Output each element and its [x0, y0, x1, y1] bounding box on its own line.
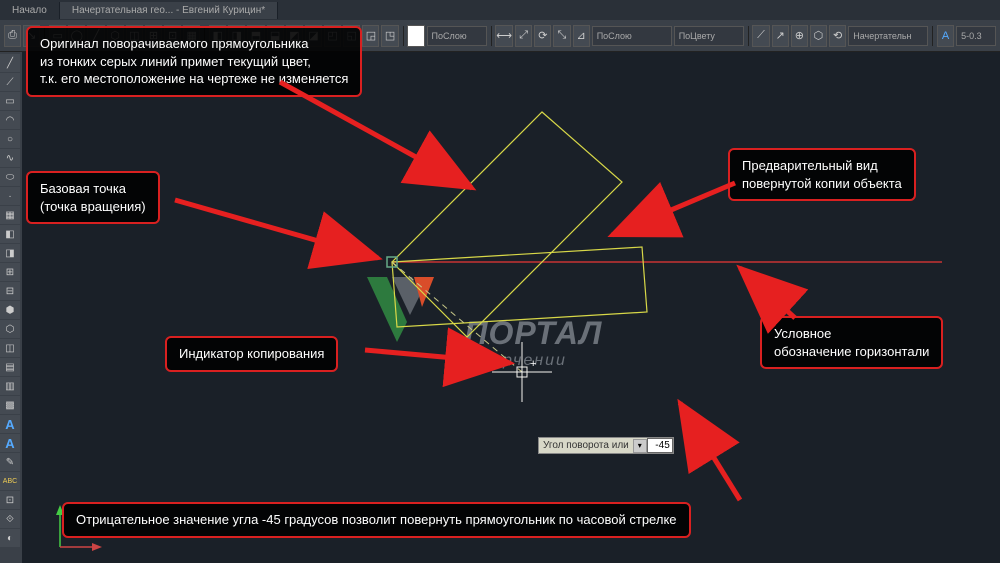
- geometry-overlay: +: [22, 52, 1000, 563]
- tab-document[interactable]: Начертательная гео... - Евгений Курицин*: [60, 2, 278, 19]
- tool-icon[interactable]: ⊟: [0, 282, 20, 300]
- dim-dropdown[interactable]: 5-0.3: [956, 26, 996, 46]
- annot-icon[interactable]: ⊕: [791, 25, 808, 47]
- callout-negative-angle: Отрицательное значение угла -45 градусов…: [62, 502, 691, 538]
- watermark-title: ПОРТАЛ: [464, 315, 602, 352]
- angle-input-box: Угол поворота или ▾: [538, 437, 674, 454]
- callout-horizontal: Условное обозначение горизонтали: [760, 316, 943, 369]
- annot-icon[interactable]: ⟋: [752, 25, 769, 47]
- callout-original: Оригинал поворачиваемого прямоугольника …: [26, 26, 362, 97]
- dim-icon[interactable]: ⟳: [534, 25, 551, 47]
- style-dropdown[interactable]: Начертательн: [848, 26, 928, 46]
- tool-icon[interactable]: ◲: [362, 25, 379, 47]
- tool-icon[interactable]: ◨: [0, 244, 20, 262]
- linetype-dropdown[interactable]: ПоСлою: [592, 26, 672, 46]
- tool-icon[interactable]: ▩: [0, 396, 20, 414]
- separator: [748, 26, 749, 46]
- callout-basepoint: Базовая точка (точка вращения): [26, 171, 160, 224]
- line-tool-icon[interactable]: ╱: [0, 54, 20, 72]
- tool-icon[interactable]: ✎: [0, 453, 20, 471]
- drawing-canvas[interactable]: ПОРТАЛ о черчении + Угол поворота или ▾: [22, 52, 1000, 563]
- tool-icon[interactable]: ◳: [381, 25, 398, 47]
- tool-icon[interactable]: ⊞: [0, 263, 20, 281]
- lineweight-dropdown[interactable]: ПоЦвету: [674, 26, 744, 46]
- callout-copyindicator: Индикатор копирования: [165, 336, 338, 372]
- polyline-tool-icon[interactable]: ⟋: [0, 73, 20, 91]
- annot-icon[interactable]: ⟲: [829, 25, 846, 47]
- angle-input[interactable]: [647, 438, 673, 453]
- tool-icon[interactable]: ⟐: [0, 510, 20, 528]
- dim-icon[interactable]: ⤢: [515, 25, 532, 47]
- document-tabs: Начало Начертательная гео... - Евгений К…: [0, 0, 1000, 20]
- point-tool-icon[interactable]: ·: [0, 187, 20, 205]
- abc-tool-icon[interactable]: ABC: [0, 472, 20, 490]
- tool-icon[interactable]: ▥: [0, 377, 20, 395]
- left-toolbar: ╱ ⟋ ▭ ◠ ○ ∿ ⬭ · ▦ ◧ ◨ ⊞ ⊟ ⬢ ⬡ ◫ ▤ ▥ ▩ A …: [0, 52, 22, 563]
- hatch-tool-icon[interactable]: ▦: [0, 206, 20, 224]
- dim-icon[interactable]: ⤡: [553, 25, 570, 47]
- callout-preview: Предварительный вид повернутой копии объ…: [728, 148, 916, 201]
- mtext-tool-icon[interactable]: A: [0, 434, 20, 452]
- tool-icon[interactable]: ▤: [0, 358, 20, 376]
- arc-tool-icon[interactable]: ◠: [0, 111, 20, 129]
- region-tool-icon[interactable]: ◧: [0, 225, 20, 243]
- layer-dropdown[interactable]: ПоСлою: [427, 26, 487, 46]
- color-swatch[interactable]: [407, 25, 424, 47]
- tab-start[interactable]: Начало: [0, 2, 60, 19]
- print-icon[interactable]: ⎙: [4, 25, 21, 47]
- watermark-subtitle: о черчении: [464, 352, 602, 370]
- circle-tool-icon[interactable]: ○: [0, 130, 20, 148]
- tool-icon[interactable]: ◐: [0, 529, 20, 547]
- tool-icon[interactable]: ⊡: [0, 491, 20, 509]
- text-icon[interactable]: A: [937, 25, 954, 47]
- rect-tool-icon[interactable]: ▭: [0, 92, 20, 110]
- tool-icon[interactable]: ◫: [0, 339, 20, 357]
- ellipse-tool-icon[interactable]: ⬭: [0, 168, 20, 186]
- svg-text:+: +: [530, 358, 536, 370]
- spline-tool-icon[interactable]: ∿: [0, 149, 20, 167]
- angle-label: Угол поворота или: [539, 438, 633, 453]
- annot-icon[interactable]: ⬡: [810, 25, 827, 47]
- tool-icon[interactable]: ⬢: [0, 301, 20, 319]
- dim-icon[interactable]: ⊿: [573, 25, 590, 47]
- annot-icon[interactable]: ↗: [772, 25, 789, 47]
- separator: [491, 26, 492, 46]
- tool-icon[interactable]: ⬡: [0, 320, 20, 338]
- dim-icon[interactable]: ⟷: [495, 25, 513, 47]
- watermark: ПОРТАЛ о черчении: [362, 267, 602, 370]
- separator: [403, 26, 404, 46]
- text-tool-icon[interactable]: A: [0, 415, 20, 433]
- dropdown-icon[interactable]: ▾: [633, 439, 647, 453]
- separator: [932, 26, 933, 46]
